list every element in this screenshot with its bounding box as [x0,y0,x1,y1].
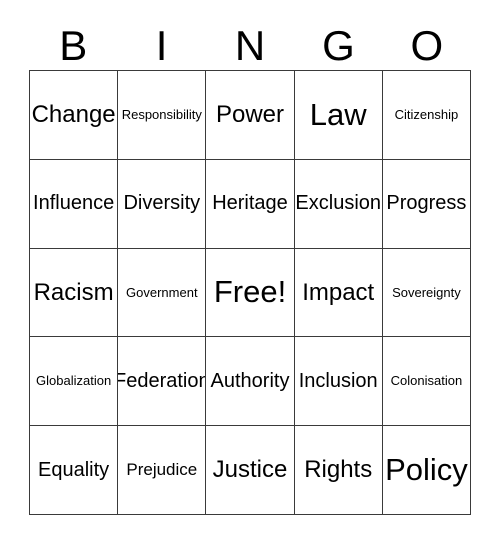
bingo-cell-label: Racism [33,278,114,306]
bingo-cell[interactable]: Authority [206,337,295,427]
bingo-cell-label: Influence [33,192,115,215]
bingo-cell[interactable]: Progress [382,159,472,249]
bingo-cell-label: Justice [212,456,288,484]
bingo-cell[interactable]: Exclusion [294,159,383,249]
bingo-cell[interactable]: Colonisation [382,337,472,427]
bingo-cell-label: Prejudice [126,460,198,480]
bingo-row: Racism Government Free! Impact Sovereign… [30,248,472,338]
bingo-cell[interactable]: Prejudice [118,426,207,515]
bingo-header-letter-i: I [155,22,168,69]
bingo-cell[interactable]: Heritage [206,159,295,249]
bingo-header-letter-b: B [59,22,88,69]
bingo-cell[interactable]: Policy [382,426,472,515]
bingo-cell-label: Change [31,101,116,129]
bingo-cell-label: Heritage [212,192,288,215]
bingo-cell[interactable]: Government [118,248,207,338]
bingo-cell-label: Policy [385,451,468,487]
bingo-cell[interactable]: Citizenship [382,71,472,160]
bingo-cell-label: Authority [210,369,290,392]
bingo-header-letter-n: N [234,22,266,69]
bingo-cell[interactable]: Responsibility [118,71,207,160]
bingo-cell-label: Rights [304,456,373,484]
bingo-card: B I N G O Change Responsibility Power La… [0,0,500,544]
bingo-cell-label: Law [309,96,367,132]
bingo-cell[interactable]: Diversity [118,159,207,249]
bingo-cell[interactable]: Racism [30,248,119,338]
bingo-cell-label: Exclusion [295,192,382,215]
bingo-cell-label: Federation [118,369,207,392]
bingo-cell[interactable]: Law [294,71,383,160]
bingo-cell-label: Diversity [123,192,201,215]
bingo-cell[interactable]: Globalization [30,337,119,427]
bingo-cell-label: Globalization [36,373,112,389]
bingo-cell-label: Equality [38,458,110,481]
bingo-cell-label: Citizenship [394,107,459,123]
bingo-cell-free-space[interactable]: Free! [206,248,295,338]
bingo-cell-label: Responsibility [121,107,202,123]
bingo-cell-label: Government [126,284,198,300]
bingo-cell-label: Progress [386,192,467,215]
bingo-cell-label: Sovereignty [392,284,461,300]
bingo-cell-label: Colonisation [390,373,463,389]
bingo-cell[interactable]: Equality [30,426,119,515]
bingo-grid: Change Responsibility Power Law Citizens… [29,70,472,515]
bingo-cell[interactable]: Power [206,71,295,160]
bingo-cell-label: Impact [302,278,375,306]
bingo-header-letter-g: G [322,22,355,69]
bingo-row: Influence Diversity Heritage Exclusion P… [30,159,472,249]
bingo-row: Change Responsibility Power Law Citizens… [30,71,472,160]
bingo-row: Globalization Federation Authority Inclu… [30,337,472,427]
bingo-header-letter-o: O [410,22,444,69]
bingo-cell[interactable]: Federation [118,337,207,427]
bingo-cell-label: Inclusion [298,369,378,392]
bingo-cell[interactable]: Inclusion [294,337,383,427]
bingo-cell[interactable]: Influence [30,159,119,249]
bingo-cell-label: Power [215,101,285,129]
bingo-cell[interactable]: Rights [294,426,383,515]
bingo-cell[interactable]: Change [30,71,119,160]
bingo-cell[interactable]: Sovereignty [382,248,472,338]
bingo-cell[interactable]: Impact [294,248,383,338]
bingo-cell-label: Free! [213,274,287,310]
bingo-cell[interactable]: Justice [206,426,295,515]
bingo-row: Equality Prejudice Justice Rights Policy [30,426,472,515]
bingo-header-row: B I N G O [29,14,471,68]
